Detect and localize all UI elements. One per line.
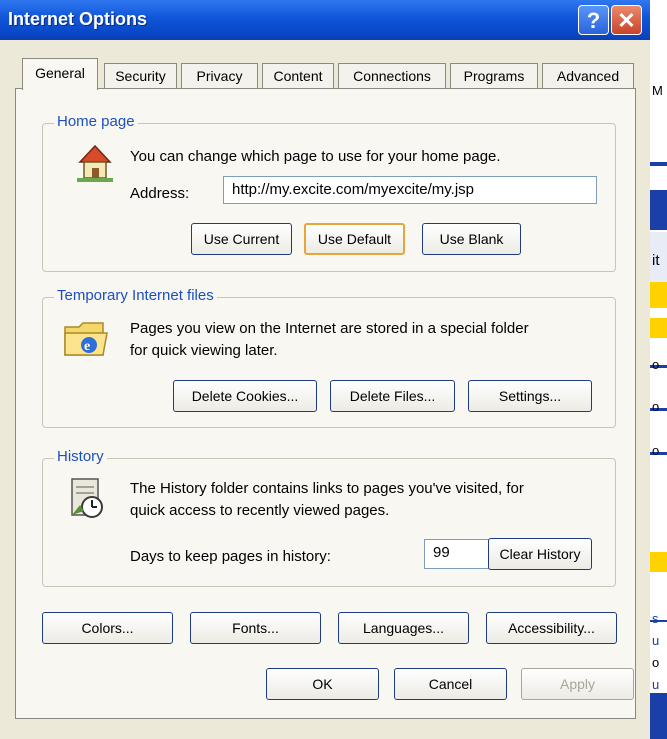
address-field[interactable]: http://my.excite.com/myexcite/my.jsp [223,176,597,204]
strip-letter-3: o [652,357,660,372]
background-window-strip: M it o o o s u o u [650,0,667,739]
strip-letter-8: o [652,655,660,670]
history-description-line2: quick access to recently viewed pages. [130,502,390,519]
history-legend: History [54,448,107,465]
strip-letter-7: u [652,633,660,648]
languages-button[interactable]: Languages... [338,612,469,644]
house-icon [77,144,113,182]
use-default-button[interactable]: Use Default [304,223,405,255]
ie-folder-icon: e [64,322,108,356]
clear-history-button[interactable]: Clear History [488,538,592,570]
temporary-files-legend: Temporary Internet files [54,287,217,304]
tab-connections[interactable]: Connections [338,63,446,89]
use-current-button[interactable]: Use Current [191,223,292,255]
tab-general[interactable]: General [22,58,98,90]
window-title: Internet Options [8,9,147,29]
colors-button[interactable]: Colors... [42,612,173,644]
tab-content[interactable]: Content [262,63,334,89]
cancel-button[interactable]: Cancel [394,668,507,700]
temp-files-description-line2: for quick viewing later. [130,342,278,359]
apply-button[interactable]: Apply [521,668,634,700]
strip-letter-5: o [652,443,660,458]
strip-letter-1: M [652,83,663,98]
fonts-button[interactable]: Fonts... [190,612,321,644]
internet-options-dialog: Internet Options ? ✕ General Security Pr… [0,0,650,739]
home-page-description: You can change which page to use for you… [130,148,501,165]
svg-text:e: e [84,339,90,354]
strip-letter-2: it [652,252,660,269]
use-blank-button[interactable]: Use Blank [422,223,521,255]
delete-cookies-button[interactable]: Delete Cookies... [173,380,317,412]
accessibility-button[interactable]: Accessibility... [486,612,617,644]
ok-button[interactable]: OK [266,668,379,700]
tab-programs[interactable]: Programs [450,63,538,89]
days-to-keep-label: Days to keep pages in history: [130,548,331,565]
history-icon [71,478,103,518]
settings-button[interactable]: Settings... [468,380,592,412]
strip-letter-9: u [652,677,660,692]
help-button[interactable]: ? [578,5,609,35]
history-description-line1: The History folder contains links to pag… [130,480,524,497]
tab-security[interactable]: Security [104,63,177,89]
address-label: Address: [130,185,190,202]
delete-files-button[interactable]: Delete Files... [330,380,455,412]
strip-letter-6: s [652,611,659,626]
home-page-legend: Home page [54,113,138,130]
temp-files-description-line1: Pages you view on the Internet are store… [130,320,529,337]
tab-privacy[interactable]: Privacy [181,63,258,89]
title-bar[interactable]: Internet Options ? ✕ [0,0,650,40]
close-button[interactable]: ✕ [611,5,642,35]
strip-letter-4: o [652,399,660,414]
tab-advanced[interactable]: Advanced [542,63,634,89]
